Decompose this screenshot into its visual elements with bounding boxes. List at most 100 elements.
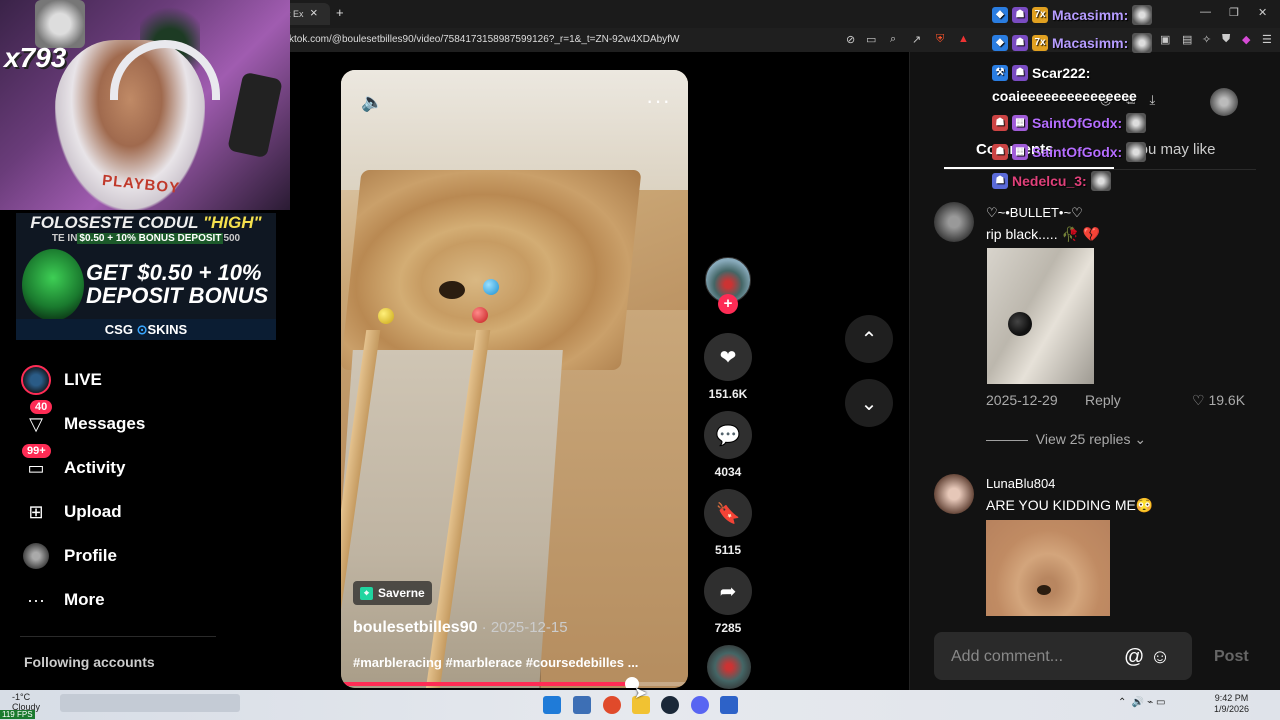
sidebar-item-more[interactable]: ··· More <box>20 582 105 618</box>
mention-emoji-icons[interactable]: @ ☺ <box>1124 646 1170 669</box>
present-icon: ▦ <box>1012 144 1028 160</box>
commenter-avatar[interactable] <box>934 202 974 242</box>
next-video-button[interactable]: ⌄ <box>845 379 893 427</box>
view-replies-button[interactable]: ——— View 25 replies ⌄ <box>986 431 1146 448</box>
messages-icon: ▽ 40 <box>20 400 53 440</box>
follow-plus-icon[interactable]: + <box>718 294 738 314</box>
comment-button[interactable]: 💬 <box>704 411 752 459</box>
chevron-up-icon: ⌃ <box>860 328 878 351</box>
robot-icon: ☗ <box>992 173 1008 189</box>
start-icon[interactable] <box>543 696 561 714</box>
comment-image[interactable] <box>987 248 1094 384</box>
sidebar-item-activity[interactable]: ▭ 99+ Activity <box>20 444 126 486</box>
sidebar-item-label: Profile <box>64 546 117 565</box>
sidebar-item-upload[interactable]: ⊞ Upload <box>20 494 122 530</box>
chat-message: ◆ ☗ 7x Macasimm: <box>992 32 1153 54</box>
video-author[interactable]: boulesetbilles90 · 2025-12-15 <box>353 619 568 637</box>
extension-icon[interactable]: ▣ <box>1160 33 1170 46</box>
media-controls[interactable] <box>60 694 240 712</box>
stream-counter: x793 <box>4 42 67 73</box>
puzzle-icon[interactable]: ✧ <box>1202 33 1211 46</box>
wallet-icon[interactable]: ▤ <box>1182 33 1192 46</box>
zoom-icon[interactable]: ⌕ <box>890 33 896 46</box>
messages-badge: 40 <box>30 400 53 414</box>
location-tag[interactable]: ⌖ Saverne <box>353 581 432 605</box>
emote-icon <box>1132 5 1153 25</box>
streamer-webcam: PLAYBOY x793 <box>0 0 290 210</box>
add-comment-placeholder: Add comment... <box>951 648 1064 665</box>
like-button[interactable]: ❤ <box>704 333 752 381</box>
chevron-down-icon: ⌄ <box>860 392 878 415</box>
tray-icons[interactable]: ⌃ 🔊 ⌁ ▭ <box>1118 697 1165 708</box>
comment-count: 4034 <box>714 465 742 479</box>
brave-icon[interactable] <box>603 696 621 714</box>
comment-image[interactable] <box>986 520 1110 616</box>
save-count: 5115 <box>714 543 742 557</box>
leo-icon[interactable]: ◆ <box>1242 33 1250 46</box>
new-tab-icon[interactable]: + <box>336 5 344 20</box>
commenter-name[interactable]: ♡~•BULLET•~♡ <box>986 205 1083 221</box>
brave-shield-icon[interactable]: ⛨ <box>936 33 944 46</box>
sidebar-item-messages[interactable]: ▽ 40 Messages <box>20 400 146 442</box>
bookmark-icon: 🔖 <box>715 502 741 525</box>
robot-icon: ☗ <box>1012 35 1028 51</box>
commenter-name[interactable]: LunaBlu804 <box>986 476 1055 491</box>
gift-icon: ☗ <box>992 144 1008 160</box>
share-icon[interactable]: ↗ <box>912 33 921 46</box>
explorer-widget-icon[interactable] <box>573 696 591 714</box>
reply-button[interactable]: Reply <box>1085 392 1121 408</box>
emote-icon <box>1132 33 1153 53</box>
ad-brand: CSG ⊙SKINS <box>16 319 276 340</box>
music-disc-icon[interactable] <box>707 645 751 689</box>
taskbar-clock[interactable]: 9:42 PM 1/9/2026 <box>1214 693 1249 715</box>
badge-icon: ◆ <box>992 35 1008 51</box>
no-track-icon[interactable]: ⊘ <box>846 33 855 46</box>
mouse-cursor-icon: ➤ <box>634 685 648 702</box>
previous-video-button[interactable]: ⌃ <box>845 315 893 363</box>
commenter-avatar[interactable] <box>934 474 974 514</box>
steam-icon[interactable] <box>661 696 679 714</box>
sidebar-item-live[interactable]: LIVE <box>20 362 102 398</box>
maximize-icon[interactable]: ❐ <box>1229 6 1239 19</box>
like-count: 151.6K <box>708 387 748 401</box>
heart-outline-icon: ♡ <box>1192 392 1205 408</box>
weather-widget[interactable]: -1°C Cloudy <box>12 692 40 712</box>
volume-icon[interactable]: 🔈 <box>361 92 383 113</box>
more-options-icon[interactable]: ··· <box>646 88 671 114</box>
sponsor-ad: FOLOSESTE CODUL "HIGH" TE IN $0.50 + 10% … <box>16 213 276 340</box>
heart-icon: ❤ <box>719 346 737 369</box>
rewards-icon[interactable]: ▲ <box>958 33 969 45</box>
black-marble <box>1008 312 1032 336</box>
comment-text: ARE YOU KIDDING ME😳 <box>986 497 1154 513</box>
location-label: Saverne <box>378 586 425 600</box>
discord-icon[interactable] <box>691 696 709 714</box>
sub-badge: 7x <box>1032 35 1048 51</box>
sidebar-item-label: LIVE <box>64 370 102 389</box>
minimize-icon[interactable]: — <box>1200 6 1211 18</box>
tab-active-indicator <box>944 167 1114 169</box>
badge-icon: ◆ <box>992 7 1008 23</box>
user-avatar[interactable] <box>1210 88 1238 116</box>
menu-icon[interactable]: ☰ <box>1262 33 1272 46</box>
comment-like-button[interactable]: ♡ 19.6K <box>1192 392 1245 409</box>
browser-tab[interactable]: t Ex <box>284 3 330 25</box>
video-player[interactable]: 🔈 ··· ⌖ Saverne boulesetbilles90 · 2025-… <box>341 70 688 688</box>
robot-icon: ☗ <box>1012 65 1028 81</box>
save-button[interactable]: 🔖 <box>704 489 752 537</box>
sidebar-item-label: Activity <box>64 458 126 477</box>
sidebar-item-label: Messages <box>64 414 146 433</box>
tab-close-icon[interactable]: × <box>310 5 318 20</box>
post-button[interactable]: Post <box>1214 648 1249 666</box>
screen-icon[interactable]: ▭ <box>866 33 876 46</box>
close-window-icon[interactable]: ✕ <box>1258 6 1267 19</box>
sidebar-item-label: Upload <box>64 502 122 521</box>
video-hashtags[interactable]: #marbleracing #marblerace #coursedebille… <box>353 655 638 670</box>
sidebar-item-profile[interactable]: Profile <box>20 538 117 574</box>
activity-icon: ▭ 99+ <box>20 444 52 484</box>
vpn-icon[interactable]: ⛊ <box>1222 33 1230 46</box>
ad-sub-line: TE IN $0.50 + 10% BONUS DEPOSIT 500 <box>51 233 241 244</box>
share-button[interactable]: ➦ <box>704 567 752 615</box>
red-marble <box>472 307 488 323</box>
url-field[interactable]: ktok.com/@boulesetbilles90/video/7584173… <box>289 34 679 45</box>
app-icon[interactable] <box>720 696 738 714</box>
